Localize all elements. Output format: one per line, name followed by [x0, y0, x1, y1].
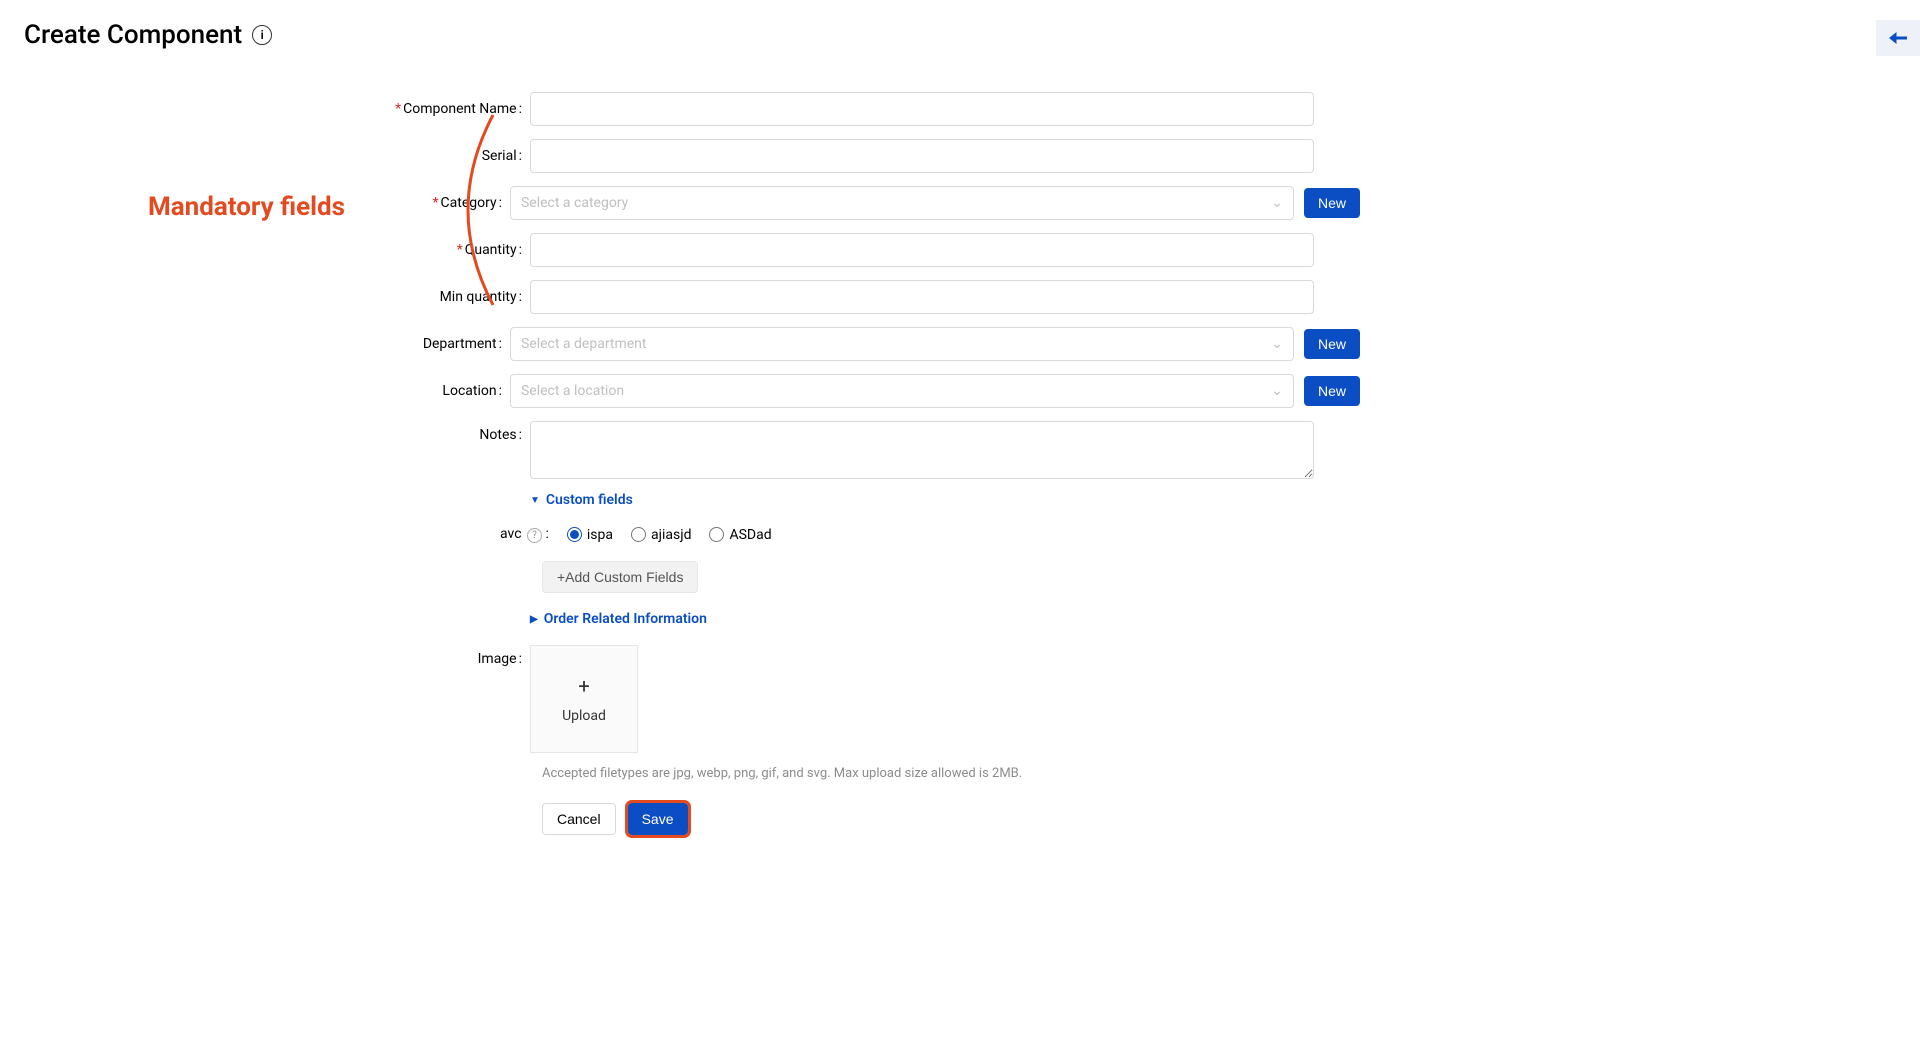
location-label: Location:	[390, 383, 510, 399]
chevron-down-icon: ⌄	[1271, 195, 1283, 211]
quantity-label: *Quantity:	[390, 242, 530, 258]
radio-asdad[interactable]: ASDad	[709, 527, 771, 543]
upload-hint: Accepted filetypes are jpg, webp, png, g…	[542, 766, 1360, 781]
add-custom-fields-button[interactable]: +Add Custom Fields	[542, 561, 698, 593]
min-quantity-label: Min quantity:	[390, 289, 530, 305]
help-icon[interactable]: ?	[527, 528, 542, 543]
image-label: Image:	[390, 645, 530, 667]
location-select[interactable]: Select a location ⌄	[510, 374, 1294, 408]
custom-fields-toggle[interactable]: ▼ Custom fields	[530, 492, 1360, 508]
avc-label: avc ? :	[500, 526, 549, 543]
annotation-text: Mandatory fields	[148, 192, 345, 222]
serial-label: Serial:	[390, 148, 530, 164]
serial-input[interactable]	[530, 139, 1314, 173]
info-icon[interactable]: i	[252, 25, 272, 45]
plus-icon: +	[578, 674, 589, 698]
quantity-input[interactable]	[530, 233, 1314, 267]
save-button[interactable]: Save	[628, 803, 688, 835]
back-button[interactable]	[1876, 20, 1920, 56]
new-location-button[interactable]: New	[1304, 376, 1360, 406]
new-department-button[interactable]: New	[1304, 329, 1360, 359]
department-label: Department:	[390, 336, 510, 352]
notes-textarea[interactable]	[530, 421, 1314, 479]
radio-ispa[interactable]: ispa	[567, 527, 613, 543]
chevron-down-icon: ⌄	[1271, 336, 1283, 352]
category-select[interactable]: Select a category ⌄	[510, 186, 1294, 220]
min-quantity-input[interactable]	[530, 280, 1314, 314]
category-label: *Category:	[390, 195, 510, 211]
department-select[interactable]: Select a department ⌄	[510, 327, 1294, 361]
chevron-down-icon: ⌄	[1271, 383, 1283, 399]
component-name-input[interactable]	[530, 92, 1314, 126]
order-related-toggle[interactable]: ▶ Order Related Information	[530, 611, 1360, 627]
caret-down-icon: ▼	[530, 495, 540, 506]
page-title: Create Component	[24, 20, 242, 50]
caret-right-icon: ▶	[530, 614, 538, 625]
notes-label: Notes:	[390, 421, 530, 443]
component-name-label: *Component Name:	[390, 101, 530, 117]
cancel-button[interactable]: Cancel	[542, 803, 616, 835]
image-upload[interactable]: + Upload	[530, 645, 638, 753]
radio-ajiasjd[interactable]: ajiasjd	[631, 527, 691, 543]
new-category-button[interactable]: New	[1304, 188, 1360, 218]
